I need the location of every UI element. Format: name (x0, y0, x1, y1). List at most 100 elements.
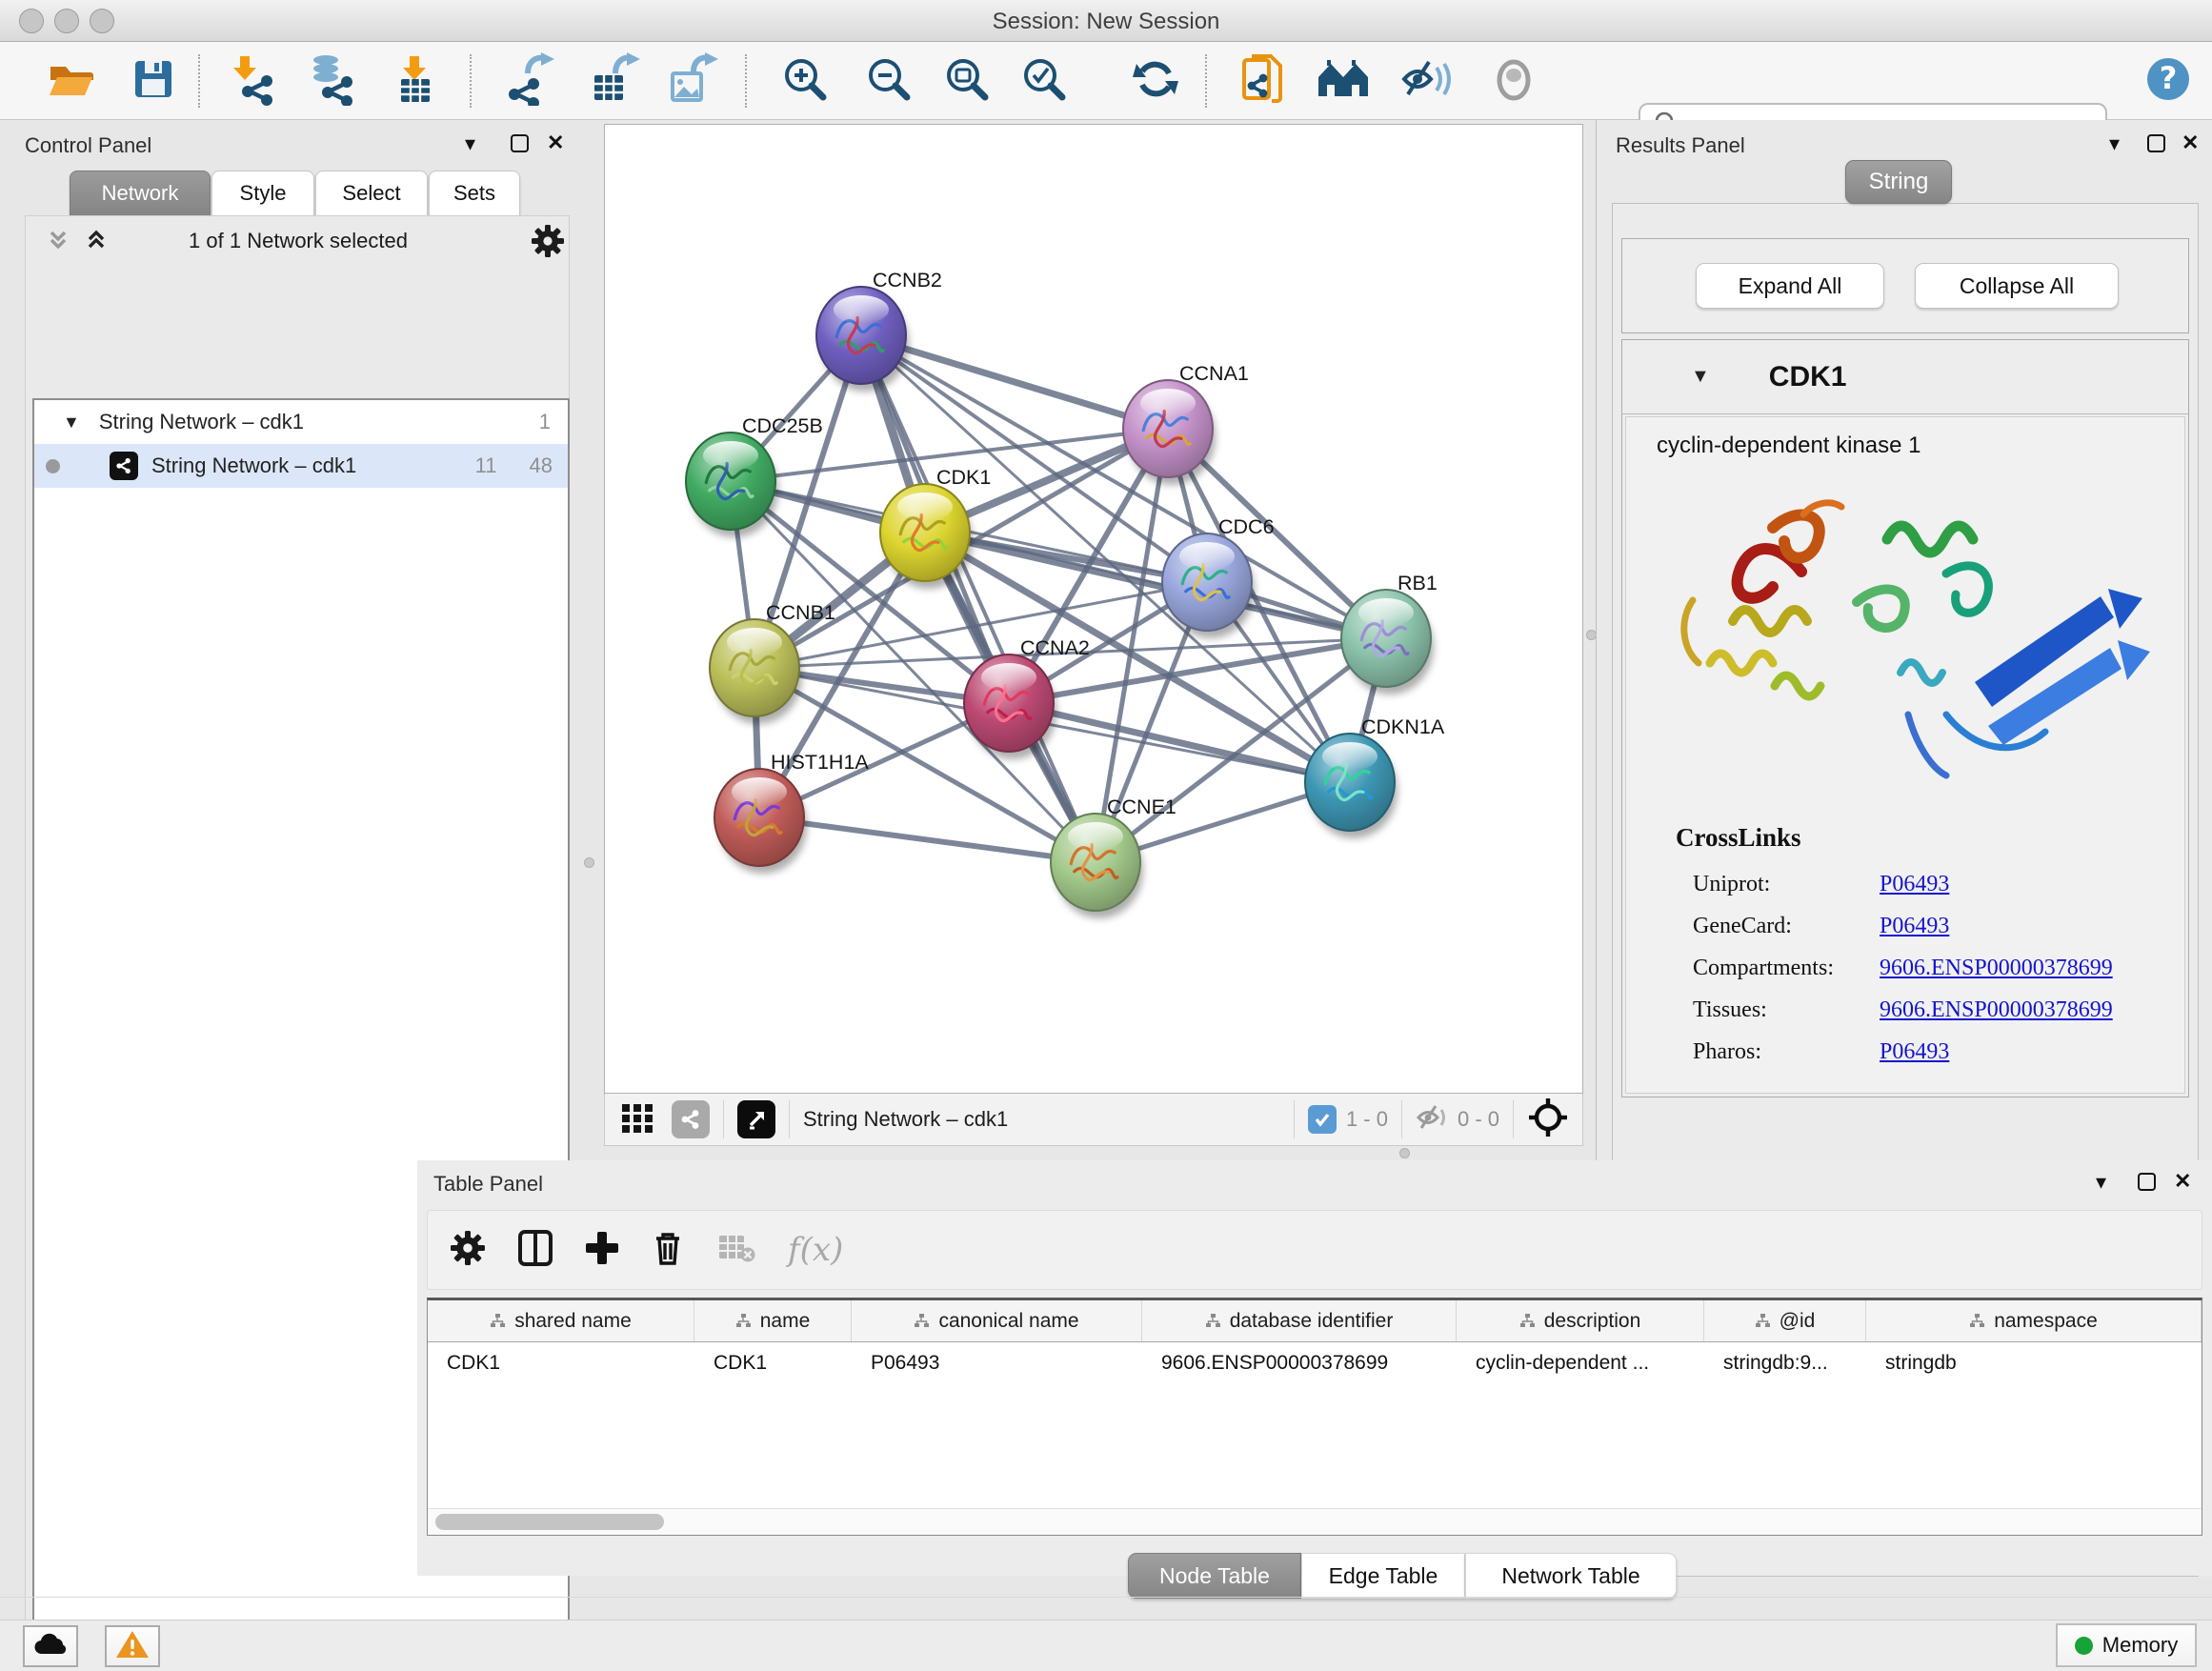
table-cell[interactable]: CDK1 (428, 1342, 694, 1384)
table-cell[interactable]: CDK1 (694, 1342, 852, 1384)
hide-graphics-details-button[interactable] (1400, 54, 1454, 108)
tab-network-table[interactable]: Network Table (1465, 1553, 1677, 1599)
panel-collapse-icon[interactable]: ▾ (2109, 131, 2120, 156)
tree-expand-icon[interactable]: ▼ (63, 413, 80, 433)
panel-collapse-icon[interactable]: ▾ (2096, 1170, 2106, 1195)
node-RB1[interactable] (1341, 590, 1434, 695)
crosslink-link[interactable]: P06493 (1880, 1039, 1949, 1065)
cloud-status-button[interactable] (23, 1625, 78, 1667)
panel-float-icon[interactable] (2147, 134, 2165, 152)
node-CCNB2[interactable] (816, 287, 909, 392)
show-columns-icon[interactable] (517, 1229, 553, 1272)
refresh-view-button[interactable] (1129, 54, 1182, 108)
export-table-button[interactable] (587, 54, 640, 108)
edge-CCNB2-CCNE1[interactable] (861, 335, 1096, 862)
zoom-out-button[interactable] (862, 54, 915, 108)
delete-table-icon[interactable] (717, 1232, 755, 1269)
crosslink-link[interactable]: P06493 (1880, 914, 1949, 939)
node-CCNA1[interactable] (1123, 380, 1216, 485)
function-builder-icon[interactable]: f(x) (788, 1231, 843, 1269)
column-header-canonical-name[interactable]: canonical name (852, 1300, 1142, 1341)
section-collapse-icon[interactable]: ▼ (1691, 366, 1710, 388)
warnings-button[interactable] (105, 1625, 160, 1667)
expand-all-button[interactable]: Expand All (1696, 263, 1884, 309)
crosslink-link[interactable]: 9606.ENSP00000378699 (1880, 997, 2113, 1023)
tab-style[interactable]: Style (211, 171, 314, 215)
table-cell[interactable]: cyclin-dependent ... (1457, 1342, 1704, 1384)
vertical-splitter-handle[interactable] (584, 857, 594, 868)
show-graphics-details-button[interactable] (1487, 54, 1540, 108)
node-HIST1H1A[interactable] (714, 769, 807, 874)
edge-CCNA2-CDKN1A[interactable] (1009, 703, 1350, 782)
save-session-button[interactable] (127, 54, 180, 108)
panel-float-icon[interactable] (511, 134, 529, 152)
fit-selected-crosshair-icon[interactable] (1527, 1097, 1569, 1143)
network-collection-row[interactable]: ▼ String Network – cdk1 1 (34, 400, 568, 444)
tab-network[interactable]: Network (70, 171, 211, 215)
node-CCNE1[interactable] (1051, 814, 1143, 918)
memory-button[interactable]: Memory (2056, 1623, 2197, 1667)
table-cell[interactable]: P06493 (852, 1342, 1142, 1384)
node-CCNA2[interactable] (964, 654, 1056, 759)
tab-node-table[interactable]: Node Table (1128, 1553, 1301, 1599)
protein-section-header[interactable]: ▼ CDK1 (1622, 340, 2188, 414)
selected-checkbox-icon[interactable] (1308, 1105, 1337, 1134)
panel-collapse-icon[interactable]: ▾ (465, 131, 475, 156)
panel-close-icon[interactable]: ✕ (2182, 131, 2199, 155)
open-in-browser-icon[interactable] (737, 1100, 775, 1138)
edge-HIST1H1A-CCNE1[interactable] (759, 817, 1096, 862)
import-table-file-button[interactable] (390, 54, 443, 108)
horizontal-splitter-handle[interactable] (1399, 1148, 1410, 1158)
crosslink-link[interactable]: P06493 (1880, 872, 1949, 897)
node-table[interactable]: shared namenamecanonical namedatabase id… (427, 1298, 2202, 1536)
network-options-gear-icon[interactable] (530, 223, 566, 264)
column-header-@id[interactable]: @id (1704, 1300, 1866, 1341)
table-horizontal-scrollbar[interactable] (428, 1508, 2202, 1535)
expand-all-networks-icon[interactable] (82, 227, 111, 260)
panel-float-icon[interactable] (2138, 1173, 2156, 1191)
string-style-toggle-icon[interactable] (672, 1100, 710, 1138)
node-CDK1[interactable] (880, 484, 973, 589)
string-network-graph[interactable]: CCNB2CCNA1CDC25BCDK1CDC6RB1CCNB1CCNA2CDK… (605, 125, 1584, 1095)
table-cell[interactable]: stringdb:9... (1704, 1342, 1866, 1384)
zoom-fit-button[interactable] (940, 54, 994, 108)
column-header-description[interactable]: description (1457, 1300, 1704, 1341)
import-network-file-button[interactable] (227, 54, 280, 108)
share-document-button[interactable] (1237, 54, 1290, 108)
column-header-shared-name[interactable]: shared name (428, 1300, 694, 1341)
panel-close-icon[interactable]: ✕ (2174, 1169, 2191, 1194)
column-header-database-identifier[interactable]: database identifier (1142, 1300, 1457, 1341)
table-settings-gear-icon[interactable] (449, 1229, 487, 1272)
delete-column-icon[interactable] (651, 1229, 685, 1272)
open-session-button[interactable] (44, 54, 97, 108)
collapse-all-button[interactable]: Collapse All (1915, 263, 2119, 309)
table-cell[interactable]: stringdb (1866, 1342, 2202, 1384)
node-CDKN1A[interactable] (1305, 734, 1398, 838)
scrollbar-thumb[interactable] (435, 1514, 664, 1530)
import-network-database-button[interactable] (305, 54, 358, 108)
node-CCNB1[interactable] (710, 619, 802, 724)
column-header-namespace[interactable]: namespace (1866, 1300, 2202, 1341)
help-button[interactable]: ? (2142, 54, 2195, 108)
tab-select[interactable]: Select (315, 171, 428, 215)
node-CDC25B[interactable] (686, 433, 778, 537)
tab-edge-table[interactable]: Edge Table (1301, 1553, 1465, 1599)
table-row[interactable]: CDK1CDK1P064939606.ENSP00000378699cyclin… (428, 1342, 2202, 1384)
hidden-eye-icon[interactable] (1416, 1102, 1450, 1137)
panel-close-icon[interactable]: ✕ (547, 131, 564, 155)
network-canvas[interactable]: CCNB2CCNA1CDC25BCDK1CDC6RB1CCNB1CCNA2CDK… (604, 124, 1583, 1094)
table-cell[interactable]: 9606.ENSP00000378699 (1142, 1342, 1457, 1384)
zoom-in-button[interactable] (778, 54, 832, 108)
zoom-selected-button[interactable] (1017, 54, 1071, 108)
column-header-name[interactable]: name (694, 1300, 852, 1341)
birdseye-view-icon[interactable] (620, 1100, 654, 1139)
crosslink-link[interactable]: 9606.ENSP00000378699 (1880, 956, 2113, 981)
export-image-button[interactable] (665, 54, 718, 108)
results-tab-string[interactable]: String (1845, 160, 1952, 204)
add-column-icon[interactable] (584, 1230, 620, 1271)
collapse-all-networks-icon[interactable] (44, 227, 72, 260)
home-button[interactable] (1317, 54, 1371, 108)
network-row-selected[interactable]: String Network – cdk1 11 48 (34, 444, 568, 488)
export-network-button[interactable] (503, 54, 556, 108)
tab-sets[interactable]: Sets (429, 171, 520, 215)
